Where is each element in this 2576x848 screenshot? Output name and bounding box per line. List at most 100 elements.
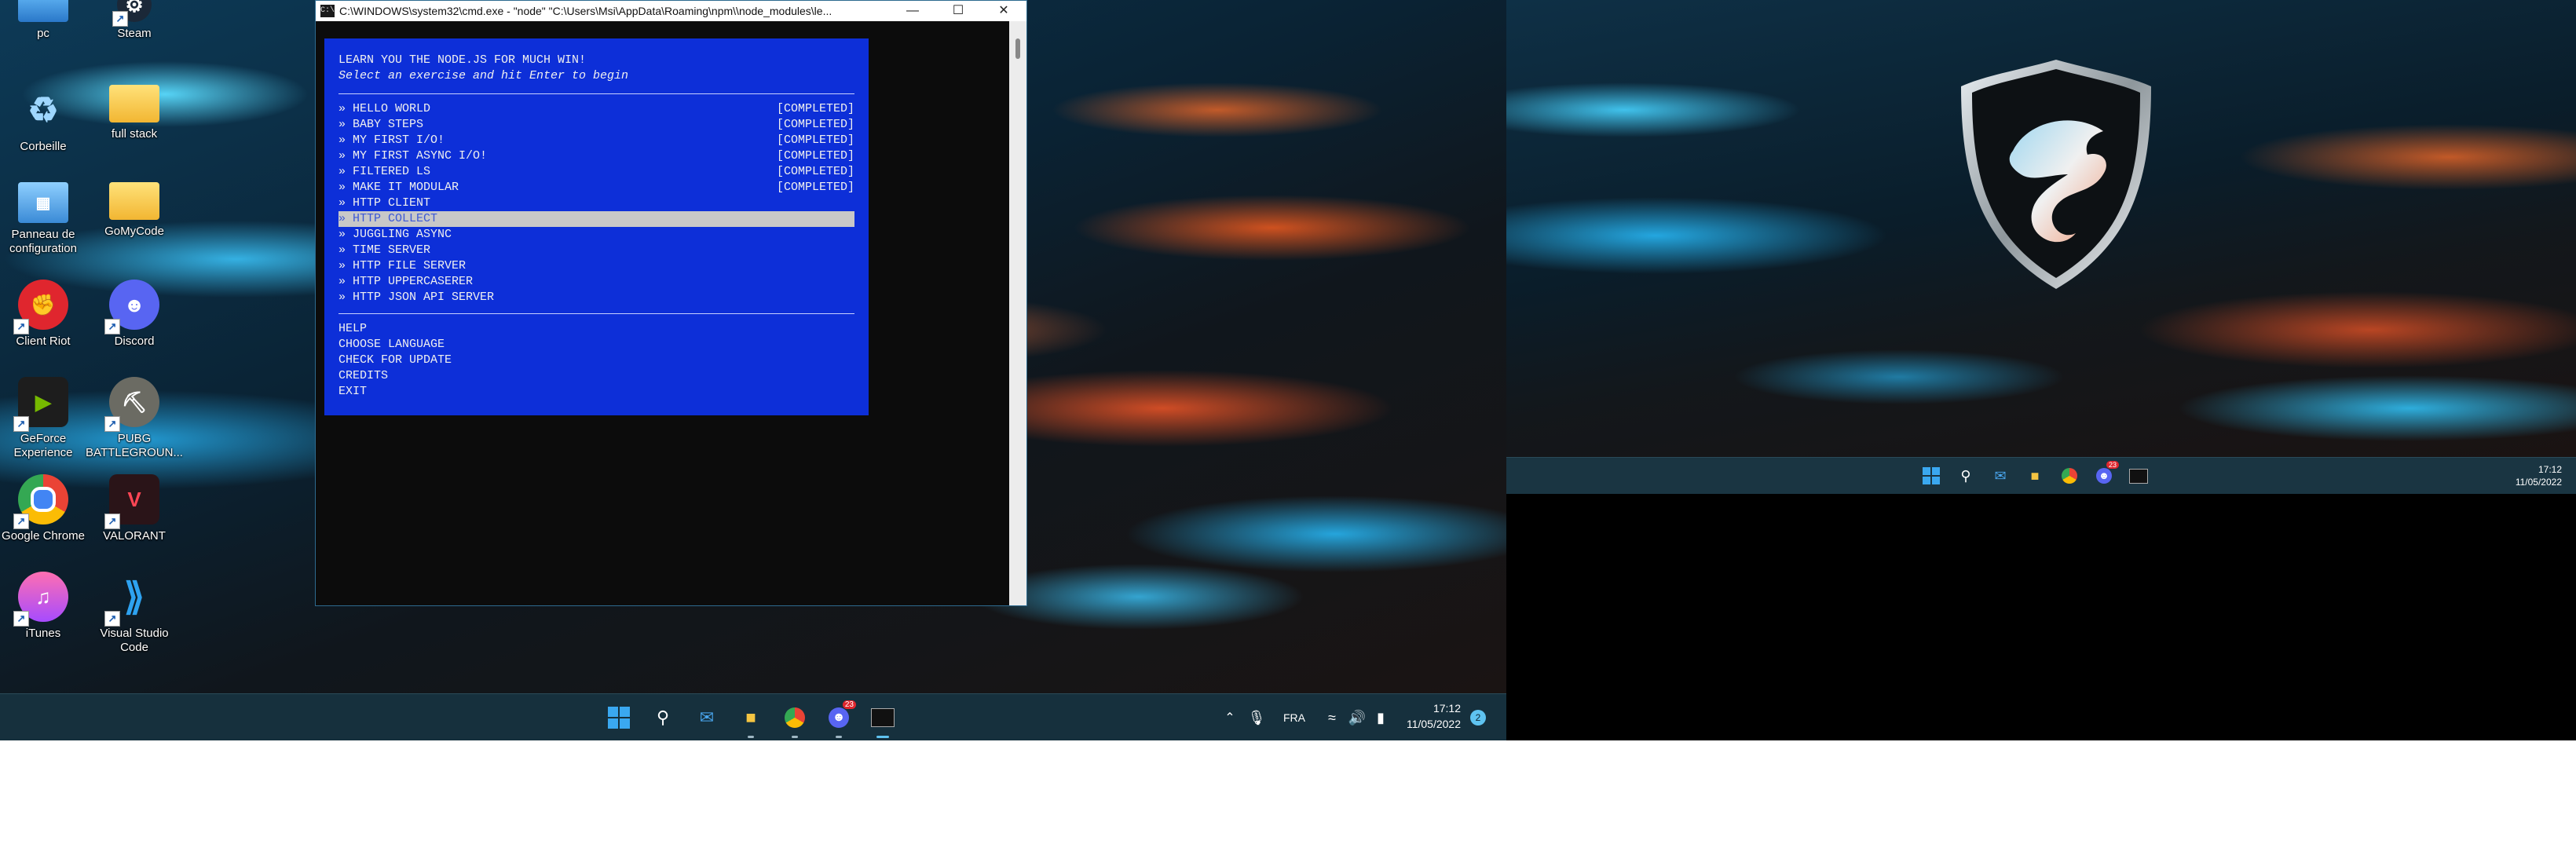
desktop-icon-label: PUBG BATTLEGROUN... bbox=[86, 432, 183, 459]
desktop-icon-corbeille[interactable]: ♻ Corbeille bbox=[0, 85, 86, 154]
exercise-item[interactable]: » BABY STEPS [COMPLETED] bbox=[338, 117, 854, 133]
folder-icon bbox=[109, 85, 159, 122]
taskbar2-terminal[interactable] bbox=[2128, 466, 2149, 486]
desktop-icon-label: GoMyCode bbox=[104, 225, 164, 238]
wifi-icon: ≈ bbox=[1328, 709, 1336, 726]
exercise-item[interactable]: » MY FIRST ASYNC I/O! [COMPLETED] bbox=[338, 148, 854, 164]
wifi-button[interactable]: ≈ bbox=[1319, 705, 1345, 730]
taskbar-chrome[interactable] bbox=[782, 705, 807, 738]
exercise-item[interactable]: » HTTP CLIENT bbox=[338, 196, 854, 211]
microphone-button[interactable]: 🎙 bbox=[1244, 705, 1269, 730]
notification-center-button[interactable]: 2 bbox=[1470, 710, 1486, 726]
desktop-icon-label: Discord bbox=[114, 334, 155, 348]
chrome-icon bbox=[2062, 468, 2077, 484]
exercise-label: » HTTP COLLECT bbox=[338, 212, 438, 225]
exercise-item-selected[interactable]: » HTTP COLLECT bbox=[338, 211, 854, 227]
volume-button[interactable]: 🔊 bbox=[1345, 705, 1370, 730]
desktop-icon-gomycode[interactable]: GoMyCode bbox=[91, 182, 177, 239]
windows-logo-icon bbox=[1923, 467, 1940, 484]
desktop-icon-steam[interactable]: ⚙ ↗ Steam bbox=[91, 0, 177, 41]
menu-option-help[interactable]: HELP bbox=[338, 321, 854, 337]
battery-button[interactable]: ▮ bbox=[1368, 705, 1393, 730]
itunes-icon: ♫ ↗ bbox=[13, 572, 68, 627]
mail-icon: ✉ bbox=[699, 707, 715, 727]
notification-count: 2 bbox=[1475, 712, 1481, 723]
exercise-item[interactable]: » JUGGLING ASYNC bbox=[338, 227, 854, 243]
shortcut-arrow-icon: ↗ bbox=[112, 11, 128, 27]
menu-option-language[interactable]: CHOOSE LANGUAGE bbox=[338, 337, 854, 353]
desktop-icon-panneau[interactable]: ▦ Panneau de configuration bbox=[0, 182, 86, 256]
menu-option-credits[interactable]: CREDITS bbox=[338, 368, 854, 384]
chevron-up-icon: ⌃ bbox=[1224, 711, 1235, 725]
exercise-item[interactable]: » HTTP FILE SERVER bbox=[338, 258, 854, 274]
exercise-label: » MY FIRST I/O! bbox=[338, 133, 445, 147]
shortcut-arrow-icon: ↗ bbox=[104, 319, 120, 334]
pubg-helmet-icon: ⛏ ↗ bbox=[104, 377, 159, 432]
exercise-status: [COMPLETED] bbox=[776, 165, 854, 178]
shortcut-arrow-icon: ↗ bbox=[13, 416, 29, 432]
exercise-item[interactable]: » HTTP UPPERCASERER bbox=[338, 274, 854, 290]
clock-time-secondary[interactable]: 17:12 bbox=[2538, 464, 2562, 475]
clock-date-secondary[interactable]: 11/05/2022 bbox=[2516, 477, 2562, 488]
windows-logo-icon bbox=[608, 707, 630, 729]
taskbar-main: ⚲ ✉ ■ ☻ 23 ⌃ 🎙 FRA ≈ 🔊 ▮ 17:12 11/05/2022… bbox=[0, 693, 1506, 740]
exercise-item[interactable]: » MY FIRST I/O! [COMPLETED] bbox=[338, 133, 854, 148]
taskbar2-chrome[interactable] bbox=[2059, 466, 2080, 486]
desktop-icon-full-stack[interactable]: full stack bbox=[91, 85, 177, 141]
exercise-item[interactable]: » HTTP JSON API SERVER bbox=[338, 290, 854, 305]
desktop-icon-itunes[interactable]: ♫ ↗ iTunes bbox=[0, 572, 86, 641]
cmd-scrollbar[interactable] bbox=[1009, 21, 1026, 605]
desktop-icon-discord[interactable]: ☻ ↗ Discord bbox=[91, 280, 177, 349]
menu-option-exit[interactable]: EXIT bbox=[338, 384, 854, 400]
desktop-icon-geforce[interactable]: ▶ ↗ GeForce Experience bbox=[0, 377, 86, 460]
exercise-item[interactable]: » MAKE IT MODULAR [COMPLETED] bbox=[338, 180, 854, 196]
menu-divider bbox=[338, 93, 854, 94]
desktop-icon-pc[interactable]: pc bbox=[0, 0, 86, 41]
taskbar-mail[interactable]: ✉ bbox=[694, 705, 719, 730]
msi-dragon-shield-icon bbox=[1961, 60, 2151, 289]
minimize-button[interactable]: — bbox=[890, 1, 935, 21]
shortcut-arrow-icon: ↗ bbox=[104, 416, 120, 432]
start-button[interactable] bbox=[606, 705, 631, 730]
desktop-icon-label: Steam bbox=[117, 27, 152, 40]
desktop-icon-chrome[interactable]: ↗ Google Chrome bbox=[0, 474, 86, 543]
taskbar-file-explorer[interactable]: ■ bbox=[738, 705, 763, 738]
desktop-icon-riot[interactable]: ✊ ↗ Client Riot bbox=[0, 280, 86, 349]
discord-icon: ☻ bbox=[2096, 468, 2112, 484]
taskbar2-mail[interactable]: ✉ bbox=[1990, 466, 2011, 486]
maximize-button[interactable]: ☐ bbox=[935, 1, 981, 21]
cmd-window[interactable]: C:\ C:\WINDOWS\system32\cmd.exe - "node"… bbox=[315, 0, 1027, 606]
desktop-icon-label: Visual Studio Code bbox=[100, 627, 169, 654]
taskbar2-discord[interactable]: ☻ 23 bbox=[2094, 461, 2119, 486]
exercise-status: [COMPLETED] bbox=[776, 149, 854, 163]
desktop-icon-valorant[interactable]: V ↗ VALORANT bbox=[91, 474, 177, 543]
exercise-item[interactable]: » FILTERED LS [COMPLETED] bbox=[338, 164, 854, 180]
exercise-item[interactable]: » TIME SERVER bbox=[338, 243, 854, 258]
clock-date[interactable]: 11/05/2022 bbox=[1400, 718, 1461, 730]
cmd-title: C:\WINDOWS\system32\cmd.exe - "node" "C:… bbox=[339, 5, 832, 17]
exercise-item[interactable]: » HELLO WORLD [COMPLETED] bbox=[338, 101, 854, 117]
search-button-secondary[interactable]: ⚲ bbox=[1956, 466, 1976, 486]
input-language[interactable]: FRA bbox=[1283, 711, 1305, 724]
shortcut-arrow-icon: ↗ bbox=[13, 514, 29, 529]
taskbar2-file-explorer[interactable]: ■ bbox=[2025, 466, 2045, 486]
close-button[interactable]: ✕ bbox=[981, 1, 1026, 21]
menu-option-update[interactable]: CHECK FOR UPDATE bbox=[338, 353, 854, 368]
cmd-titlebar[interactable]: C:\ C:\WINDOWS\system32\cmd.exe - "node"… bbox=[316, 1, 1026, 21]
desktop-icon-pubg[interactable]: ⛏ ↗ PUBG BATTLEGROUN... bbox=[86, 377, 183, 460]
show-hidden-icons-button[interactable]: ⌃ bbox=[1217, 705, 1242, 730]
cmd-app-icon: C:\ bbox=[320, 5, 335, 17]
discord-icon: ☻ ↗ bbox=[104, 280, 159, 334]
running-indicator bbox=[792, 736, 798, 738]
mail-icon: ✉ bbox=[1994, 467, 2007, 484]
search-button[interactable]: ⚲ bbox=[650, 705, 675, 730]
terminal-icon bbox=[2129, 468, 2148, 484]
desktop-icon-vscode[interactable]: ⟫ ↗ Visual Studio Code bbox=[91, 572, 177, 655]
clock-time[interactable]: 17:12 bbox=[1403, 702, 1461, 715]
discord-icon: ☻ bbox=[829, 707, 849, 728]
start-button-secondary[interactable] bbox=[1921, 466, 1941, 486]
taskbar-terminal[interactable] bbox=[870, 705, 895, 738]
desktop-icon-label: Panneau de configuration bbox=[9, 228, 77, 255]
scrollbar-thumb[interactable] bbox=[1015, 38, 1020, 59]
taskbar-discord[interactable]: ☻ 23 bbox=[826, 700, 856, 738]
